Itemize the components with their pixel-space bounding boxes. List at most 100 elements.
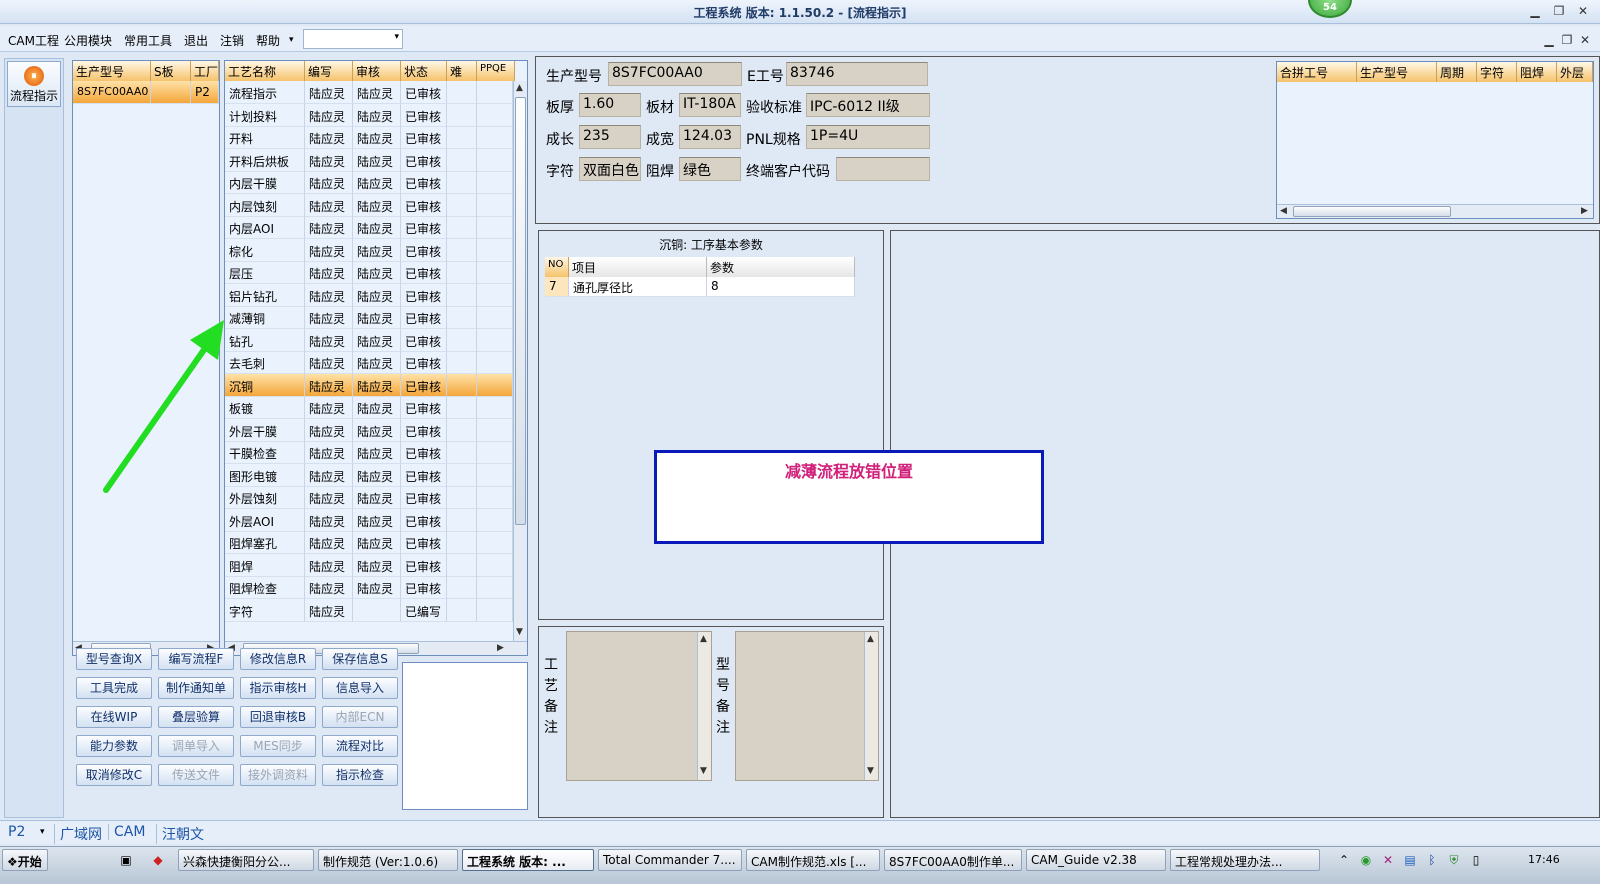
network-icon[interactable]: ◉	[1358, 852, 1374, 868]
cell-ppqe[interactable]	[477, 598, 513, 622]
col-header-param[interactable]: 参数	[707, 257, 855, 277]
cell-process[interactable]: 流程指示	[225, 81, 305, 104]
cell-difficulty[interactable]	[447, 81, 477, 104]
scroll-right-icon[interactable]: ▶	[1581, 206, 1588, 216]
vertical-scrollbar[interactable]: ▲ ▼	[513, 81, 527, 641]
taskbar-item[interactable]: CAM_Guide v2.38	[1026, 849, 1166, 871]
cell-difficulty[interactable]	[447, 553, 477, 577]
cell-ppqe[interactable]	[477, 126, 513, 149]
menu-common-modules[interactable]: 公用模块	[64, 32, 112, 49]
mdi-minimize-icon[interactable]: ▁	[1540, 32, 1558, 48]
cell-process[interactable]: 沉铜	[225, 373, 305, 397]
cell-process[interactable]: 外层蚀刻	[225, 486, 305, 509]
cell-ppqe[interactable]	[477, 283, 513, 307]
online-wip-button[interactable]: 在线WIP	[76, 706, 152, 728]
col-header-difficulty[interactable]: 难	[447, 61, 477, 81]
cell-status[interactable]: 已审核	[401, 486, 447, 509]
scroll-up-icon[interactable]: ▲	[516, 83, 523, 93]
mes-sync-button[interactable]: MES同步	[240, 735, 316, 757]
capability-params-button[interactable]: 能力参数	[76, 735, 152, 757]
menu-tools[interactable]: 常用工具	[124, 32, 172, 49]
cell-difficulty[interactable]	[447, 171, 477, 194]
taskbar-item[interactable]: 工程系统 版本: ...	[462, 849, 594, 871]
cell-process[interactable]: 层压	[225, 261, 305, 284]
cell-status[interactable]: 已审核	[401, 508, 447, 532]
taskbar-item[interactable]: 制作规范 (Ver:1.0.6)	[318, 849, 458, 871]
cell-process[interactable]: 阻焊塞孔	[225, 531, 305, 554]
cell-writer[interactable]: 陆应灵	[305, 396, 353, 419]
cell-ppqe[interactable]	[477, 81, 513, 104]
cell-status[interactable]: 已审核	[401, 328, 447, 352]
cell-writer[interactable]: 陆应灵	[305, 463, 353, 487]
cell-status[interactable]: 已审核	[401, 148, 447, 172]
process-remark-field[interactable]: ▲ ▼	[566, 631, 712, 781]
cell-difficulty[interactable]	[447, 486, 477, 509]
cell-writer[interactable]: 陆应灵	[305, 103, 353, 127]
cell-status[interactable]: 已审核	[401, 126, 447, 149]
cell-ppqe[interactable]	[477, 418, 513, 442]
cell-s-board[interactable]	[151, 81, 191, 104]
menu-logout[interactable]: 注销	[220, 32, 244, 49]
cell-reviewer[interactable]: 陆应灵	[353, 418, 401, 442]
cell-process[interactable]: 开料后烘板	[225, 148, 305, 172]
cell-status[interactable]: 已审核	[401, 103, 447, 127]
cell-ppqe[interactable]	[477, 396, 513, 419]
cell-difficulty[interactable]	[447, 216, 477, 239]
col-header-plant[interactable]: 工厂	[191, 61, 219, 81]
mdi-restore-icon[interactable]: ❐	[1558, 32, 1576, 48]
make-notice-button[interactable]: 制作通知单	[158, 677, 234, 699]
cell-difficulty[interactable]	[447, 531, 477, 554]
chevron-down-icon[interactable]: ▾	[394, 32, 399, 42]
cell-status[interactable]: 已审核	[401, 553, 447, 577]
cell-difficulty[interactable]	[447, 328, 477, 352]
cell-difficulty[interactable]	[447, 126, 477, 149]
close-icon[interactable]: ✕	[1574, 3, 1592, 19]
cell-ppqe[interactable]	[477, 216, 513, 239]
cell-difficulty[interactable]	[447, 373, 477, 397]
col-header-model[interactable]: 生产型号	[1357, 62, 1437, 82]
cell-difficulty[interactable]	[447, 576, 477, 599]
cell-status[interactable]: 已审核	[401, 531, 447, 554]
instruction-check-button[interactable]: 指示检查	[322, 764, 398, 786]
cell-process[interactable]: 减薄铜	[225, 306, 305, 329]
cell-process[interactable]: 钻孔	[225, 328, 305, 352]
cell-reviewer[interactable]: 陆应灵	[353, 463, 401, 487]
cell-reviewer[interactable]: 陆应灵	[353, 553, 401, 577]
cell-writer[interactable]: 陆应灵	[305, 148, 353, 172]
cell-ppqe[interactable]	[477, 238, 513, 262]
cell-status[interactable]: 已审核	[401, 171, 447, 194]
scroll-left-icon[interactable]: ◀	[1280, 206, 1287, 216]
cell-ppqe[interactable]	[477, 306, 513, 329]
save-info-button[interactable]: 保存信息S	[322, 648, 398, 670]
cell-ppqe[interactable]	[477, 463, 513, 487]
cell-status[interactable]: 已审核	[401, 261, 447, 284]
cell-reviewer[interactable]: 陆应灵	[353, 261, 401, 284]
pnl-field[interactable]: 1P=4U	[806, 125, 930, 149]
cell-writer[interactable]: 陆应灵	[305, 441, 353, 464]
cell-writer[interactable]: 陆应灵	[305, 373, 353, 397]
cell-difficulty[interactable]	[447, 306, 477, 329]
cell-ppqe[interactable]	[477, 531, 513, 554]
thickness-field[interactable]: 1.60	[579, 93, 641, 117]
cell-writer[interactable]: 陆应灵	[305, 531, 353, 554]
cell-reviewer[interactable]: 陆应灵	[353, 238, 401, 262]
cell-difficulty[interactable]	[447, 508, 477, 532]
clock[interactable]: 17:46	[1528, 853, 1560, 866]
cell-reviewer[interactable]: 陆应灵	[353, 126, 401, 149]
monitor-icon[interactable]: ▤	[1402, 852, 1418, 868]
taskbar-item[interactable]: 工程常规处理办法...	[1170, 849, 1320, 871]
stackup-check-button[interactable]: 叠层验算	[158, 706, 234, 728]
cell-status[interactable]: 已审核	[401, 576, 447, 599]
cell-reviewer[interactable]: 陆应灵	[353, 283, 401, 307]
cell-ppqe[interactable]	[477, 373, 513, 397]
e-number-field[interactable]: 83746	[786, 62, 928, 86]
scroll-up-icon[interactable]: ▲	[867, 634, 874, 644]
cell-reviewer[interactable]: 陆应灵	[353, 508, 401, 532]
cell-ppqe[interactable]	[477, 508, 513, 532]
cell-reviewer[interactable]: 陆应灵	[353, 396, 401, 419]
cell-ppqe[interactable]	[477, 193, 513, 217]
scroll-right-icon[interactable]: ▶	[497, 643, 504, 653]
character-field[interactable]: 双面白色	[579, 157, 641, 181]
cell-ppqe[interactable]	[477, 148, 513, 172]
shield-icon[interactable]: ⛨	[1446, 852, 1462, 868]
